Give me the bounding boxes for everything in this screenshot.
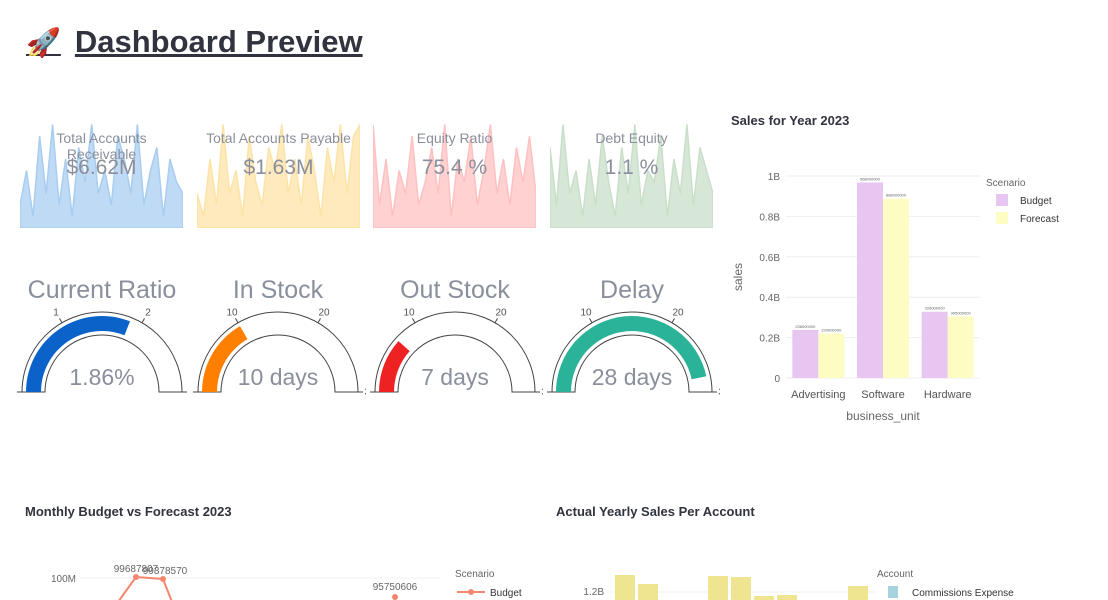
gauge-in-stock: 0102030In Stock10 days	[190, 272, 366, 402]
ytick-label: 1B	[768, 172, 781, 183]
gauge-tick	[671, 318, 675, 323]
gauge-value: 7 days	[421, 364, 489, 390]
bar	[708, 576, 728, 600]
gauge-tick	[589, 318, 593, 323]
bar-data-label: 328000000	[925, 306, 946, 311]
gauge-tick	[59, 318, 63, 323]
data-label: 99378570	[143, 566, 188, 577]
point	[392, 594, 398, 600]
metric-card: Total Accounts Payable $1.63M	[197, 110, 360, 228]
gauge-tick-label: 20	[495, 307, 507, 318]
bar	[638, 584, 658, 600]
xtick-label: Hardware	[924, 389, 972, 401]
xtick-label: Advertising	[791, 389, 845, 401]
page-title-text: Dashboard Preview	[74, 24, 363, 59]
bar	[777, 595, 797, 600]
gauge-tick	[235, 318, 239, 323]
metric-card: Total Accounts Receivable $6.62M	[20, 110, 183, 228]
ytick-label: 0.8B	[759, 212, 780, 223]
metric-card: Equity Ratio 75.4 %	[373, 110, 536, 228]
legend-swatch	[888, 586, 898, 598]
bar-data-label: 888000000	[886, 193, 907, 198]
bar	[754, 596, 774, 600]
gauge-out-stock: 0102030Out Stock7 days	[367, 272, 543, 402]
gauge-title: Delay	[600, 276, 664, 304]
gauge-title: Current Ratio	[27, 276, 177, 304]
bar	[615, 575, 635, 600]
monthly-line-chart: 100M 99687807 99378570 95750606 Scenario…	[51, 564, 522, 600]
data-label: 95750606	[373, 582, 418, 593]
gauge-title: Out Stock	[400, 276, 510, 304]
bar-budget[interactable]	[857, 182, 883, 378]
y-axis-title: sales	[731, 263, 745, 291]
gauge-title: In Stock	[232, 276, 324, 304]
gauge-tick-label: 10	[226, 307, 238, 318]
legend-item-budget[interactable]: Budget	[490, 588, 522, 599]
metric-value: 75.4 %	[421, 156, 488, 179]
ytick-label: 1.2B	[583, 587, 604, 598]
monthly-chart-title: Monthly Budget vs Forecast 2023	[25, 504, 232, 519]
bar	[848, 586, 868, 600]
metric-value: 1.1 %	[604, 156, 659, 179]
gauge-value: 10 days	[237, 364, 319, 390]
ytick-label: 0.2B	[759, 334, 780, 345]
bar-forecast[interactable]	[818, 333, 845, 378]
xtick-label: Software	[861, 389, 904, 401]
gauge-tick-label: 2	[145, 307, 151, 318]
metric-label: Total Accounts Payable	[206, 130, 351, 146]
gauge-value: 28 days	[591, 364, 673, 390]
gauge-tick-label: 1	[53, 307, 59, 318]
bar-data-label: 968000000	[860, 176, 881, 181]
gauge-tick	[494, 318, 498, 323]
bar	[731, 577, 751, 600]
ytick-label: 0.4B	[759, 293, 780, 304]
legend-title: Scenario	[455, 569, 495, 580]
gauge-tick-label: 10	[580, 307, 592, 318]
gauge-tick-label: 20	[672, 307, 684, 318]
rocket-icon: 🚀	[26, 26, 61, 58]
bar-data-label: 238000000	[795, 324, 816, 329]
gauge-value: 1.86%	[69, 364, 135, 390]
account-bar-chart: 1.2B Account Commissions Expense	[583, 569, 1014, 600]
legend-item-forecast[interactable]: Forecast	[1020, 214, 1059, 225]
legend-swatch	[996, 212, 1008, 224]
gauge-delay: 0102030Delay28 days	[544, 272, 720, 402]
bar-forecast[interactable]	[947, 316, 974, 378]
legend-title: Scenario	[986, 178, 1026, 189]
metric-label: Equity Ratio	[416, 130, 493, 146]
legend-item-commissions-expense[interactable]: Commissions Expense	[912, 588, 1014, 599]
ytick-label: 0.6B	[759, 253, 780, 264]
account-chart-title: Actual Yearly Sales Per Account	[556, 504, 755, 519]
metric-value: $6.62M	[66, 156, 137, 179]
metric-label: Debt Equity	[595, 130, 668, 146]
legend-marker	[468, 589, 474, 595]
bar-data-label: 305000000	[951, 310, 972, 315]
gauge-tick-label: 20	[318, 307, 330, 318]
ytick-label: 0	[774, 374, 780, 385]
legend-item-budget[interactable]: Budget	[1020, 196, 1052, 207]
ytick-label: 100M	[51, 574, 76, 585]
sales-bar-chart: 0 0.2B 0.4B 0.6B 0.8B 1B 238000000 220000000 Adv…	[731, 172, 1059, 423]
x-axis-title: business_unit	[846, 409, 920, 423]
legend-title: Account	[877, 569, 913, 580]
gauge-tick	[141, 318, 145, 323]
gauge-tick	[412, 318, 416, 323]
bar-data-label: 220000000	[821, 328, 842, 333]
metric-card: Debt Equity 1.1 %	[550, 110, 713, 228]
metric-value: $1.63M	[243, 156, 314, 179]
gauge-current-ratio: 0123Current Ratio1.86%	[14, 272, 190, 402]
legend-swatch	[996, 194, 1008, 206]
bar-budget[interactable]	[921, 311, 948, 378]
page-title: 🚀 Dashboard Preview	[26, 24, 363, 60]
sales-chart-title: Sales for Year 2023	[731, 113, 850, 128]
bar-budget[interactable]	[792, 329, 819, 378]
gauge-tick	[317, 318, 321, 323]
bar-forecast[interactable]	[883, 198, 909, 378]
gauge-tick-label: 10	[403, 307, 415, 318]
